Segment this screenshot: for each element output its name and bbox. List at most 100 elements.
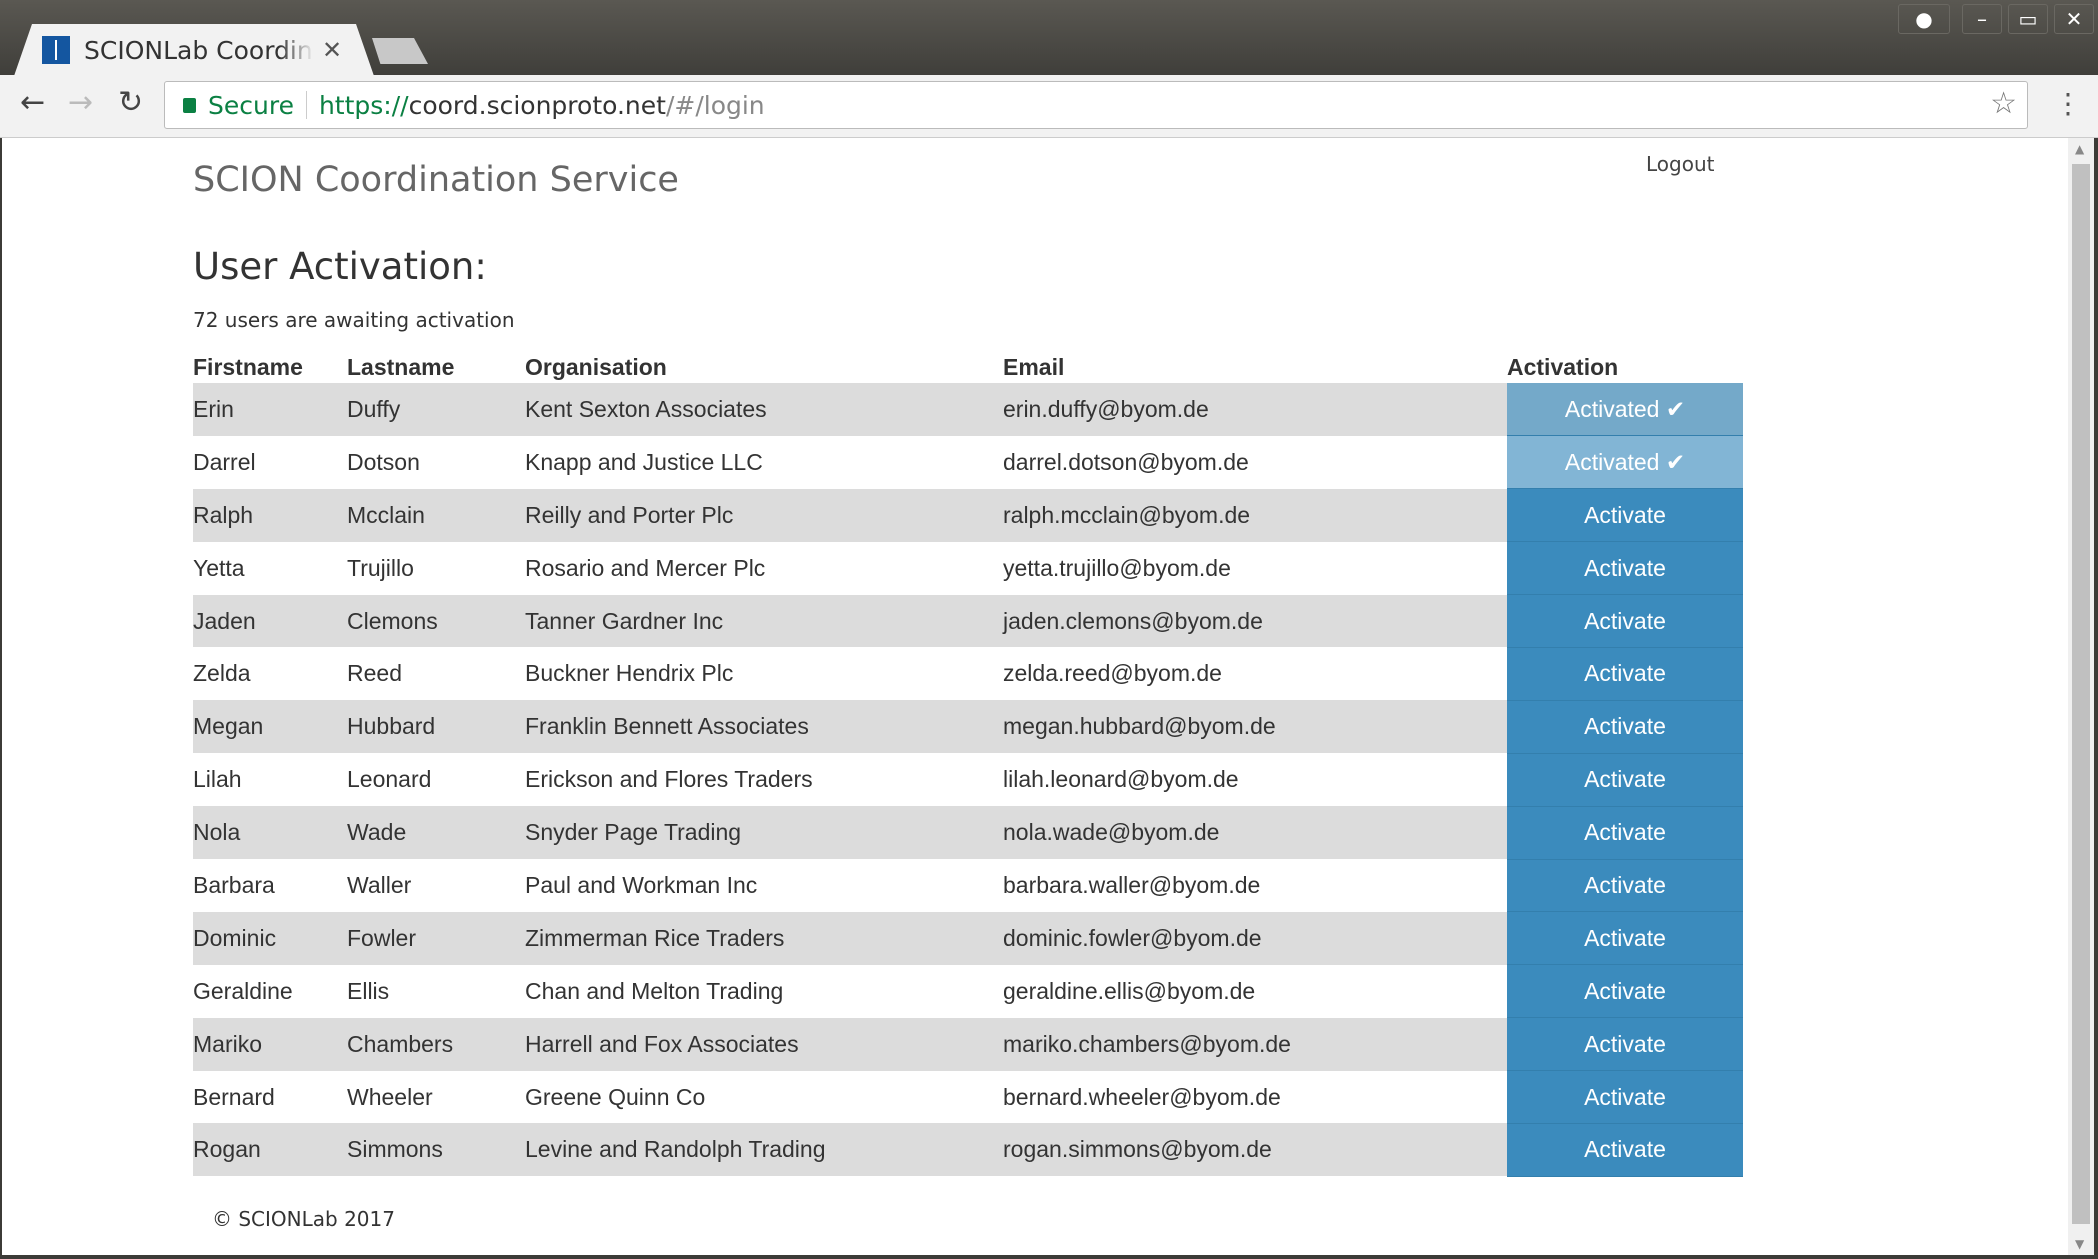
email-cell: geraldine.ellis@byom.de	[1003, 977, 1256, 1004]
table-row: Lilah Leonard Erickson and Flores Traders l…	[193, 753, 1743, 807]
divider	[305, 91, 307, 119]
lastname-cell: Dotson	[347, 448, 420, 475]
lastname-cell: Hubbard	[347, 700, 525, 754]
activate-button[interactable]: Activate	[1507, 859, 1743, 913]
table-row: Geraldine Ellis Chan and Melton Trading ger…	[193, 964, 1743, 1019]
table-row: Ralph Mcclain Reilly and Porter Plc ralph.m…	[193, 488, 1743, 543]
activate-button[interactable]: Activate	[1507, 753, 1743, 807]
organisation-cell: Kent Sexton Associates	[525, 383, 1003, 436]
minimize-button[interactable]: –	[1962, 4, 2002, 34]
favicon-icon	[42, 36, 70, 64]
organisation-cell: Levine and Randolph Trading	[525, 1123, 1003, 1177]
activated-status: Activated ✔	[1507, 383, 1743, 437]
lastname-cell: Mcclain	[347, 488, 525, 542]
back-icon[interactable]: ←	[20, 85, 45, 120]
firstname-cell: Jaden	[193, 594, 347, 648]
organisation-cell: Buckner Hendrix Plc	[525, 660, 734, 687]
url-scheme: https://	[318, 90, 409, 120]
page-title: User Activation:	[193, 245, 487, 288]
organisation-cell: Tanner Gardner Inc	[525, 594, 1003, 648]
table-row: Nola Wade Snyder Page Trading nola.wade@byo…	[193, 806, 1743, 860]
tab-close-icon[interactable]: ✕	[322, 36, 342, 64]
activate-button[interactable]: Activate	[1507, 541, 1743, 596]
firstname-cell: Yetta	[193, 554, 245, 581]
close-window-button[interactable]: ✕	[2054, 4, 2094, 34]
lastname-cell: Duffy	[347, 383, 525, 436]
address-bar[interactable]: Secure https:// coord.scionproto.net /#/…	[164, 81, 2028, 129]
email-cell: darrel.dotson@byom.de	[1003, 448, 1249, 475]
organisation-cell: Paul and Workman Inc	[525, 871, 758, 898]
tab-title: SCIONLab Coordination Service	[84, 35, 314, 65]
lock-icon	[183, 97, 196, 113]
maximize-button[interactable]: ▭	[2008, 4, 2048, 34]
forward-icon[interactable]: →	[68, 85, 93, 120]
email-cell: rogan.simmons@byom.de	[1003, 1123, 1507, 1177]
scroll-up-icon[interactable]: ▲	[2075, 142, 2084, 156]
organisation-cell: Snyder Page Trading	[525, 806, 1003, 860]
email-cell: megan.hubbard@byom.de	[1003, 700, 1507, 754]
activated-status: Activated ✔	[1507, 435, 1743, 490]
table-row: Bernard Wheeler Greene Quinn Co bernard.whe…	[193, 1070, 1743, 1124]
firstname-cell: Darrel	[193, 448, 256, 475]
activate-button[interactable]: Activate	[1507, 700, 1743, 754]
url-host: coord.scionproto.net	[408, 90, 666, 120]
organisation-cell: Rosario and Mercer Plc	[525, 554, 766, 581]
lastname-cell: Wheeler	[347, 1083, 433, 1110]
bookmark-star-icon[interactable]: ☆	[1990, 86, 2017, 121]
firstname-cell: Dominic	[193, 911, 347, 965]
window-titlebar: SCIONLab Coordination Service ✕ ● – ▭ ✕	[0, 0, 2098, 76]
activate-button[interactable]: Activate	[1507, 806, 1743, 860]
table-row: Rogan Simmons Levine and Randolph Trading r…	[193, 1123, 1743, 1177]
lastname-cell: Waller	[347, 871, 412, 898]
organisation-cell: Harrell and Fox Associates	[525, 1017, 1003, 1071]
email-cell: mariko.chambers@byom.de	[1003, 1017, 1507, 1071]
logout-link[interactable]: Logout	[1646, 152, 1714, 176]
lastname-cell: Clemons	[347, 594, 525, 648]
activate-button[interactable]: Activate	[1507, 1017, 1743, 1072]
scrollbar[interactable]: ▲ ▼	[2068, 138, 2094, 1255]
email-cell: dominic.fowler@byom.de	[1003, 911, 1507, 965]
email-cell: erin.duffy@byom.de	[1003, 383, 1507, 436]
table-row: Mariko Chambers Harrell and Fox Associates…	[193, 1017, 1743, 1072]
organisation-cell: Greene Quinn Co	[525, 1083, 706, 1110]
organisation-cell: Erickson and Flores Traders	[525, 766, 813, 793]
footer-copyright: © SCIONLab 2017	[212, 1207, 395, 1231]
table-row: Jaden Clemons Tanner Gardner Inc jaden.clem…	[193, 594, 1743, 648]
profile-icon[interactable]: ●	[1898, 4, 1950, 34]
activate-button[interactable]: Activate	[1507, 647, 1743, 701]
table-row: Yetta Trujillo Rosario and Mercer Plc yetta…	[193, 541, 1743, 596]
email-cell: lilah.leonard@byom.de	[1003, 766, 1239, 793]
lastname-cell: Wade	[347, 806, 525, 860]
scroll-down-icon[interactable]: ▼	[2075, 1237, 2084, 1251]
table-row: Zelda Reed Buckner Hendrix Plc zelda.reed@b…	[193, 647, 1743, 701]
activate-button[interactable]: Activate	[1507, 964, 1743, 1019]
scrollbar-thumb[interactable]	[2072, 164, 2090, 1224]
table-row: Megan Hubbard Franklin Bennett Associates m…	[193, 700, 1743, 754]
browser-menu-icon[interactable]: ⋮	[2054, 87, 2082, 120]
col-activation: Activation	[1507, 354, 1619, 380]
email-cell: barbara.waller@byom.de	[1003, 871, 1261, 898]
activate-button[interactable]: Activate	[1507, 1123, 1743, 1177]
table-row: Darrel Dotson Knapp and Justice LLC darrel.…	[193, 435, 1743, 490]
table-row: Erin Duffy Kent Sexton Associates erin.duff…	[193, 383, 1743, 437]
activate-button[interactable]: Activate	[1507, 1070, 1743, 1124]
reload-icon[interactable]: ↻	[118, 85, 143, 120]
table-row: Barbara Waller Paul and Workman Inc barbara…	[193, 859, 1743, 913]
firstname-cell: Megan	[193, 700, 347, 754]
table-row: Dominic Fowler Zimmerman Rice Traders domin…	[193, 911, 1743, 966]
activate-button[interactable]: Activate	[1507, 911, 1743, 966]
email-cell: yetta.trujillo@byom.de	[1003, 554, 1231, 581]
firstname-cell: Bernard	[193, 1083, 275, 1110]
activate-button[interactable]: Activate	[1507, 594, 1743, 648]
firstname-cell: Zelda	[193, 660, 251, 687]
lastname-cell: Reed	[347, 660, 402, 687]
col-firstname: Firstname	[193, 354, 303, 380]
col-lastname: Lastname	[347, 354, 455, 380]
site-brand[interactable]: SCION Coordination Service	[193, 160, 679, 200]
pending-count: 72 users are awaiting activation	[193, 308, 515, 332]
browser-tab[interactable]: SCIONLab Coordination Service ✕	[14, 24, 374, 76]
activate-button[interactable]: Activate	[1507, 488, 1743, 543]
firstname-cell: Ralph	[193, 488, 347, 542]
secure-label: Secure	[208, 90, 294, 120]
new-tab-button[interactable]	[372, 38, 428, 64]
